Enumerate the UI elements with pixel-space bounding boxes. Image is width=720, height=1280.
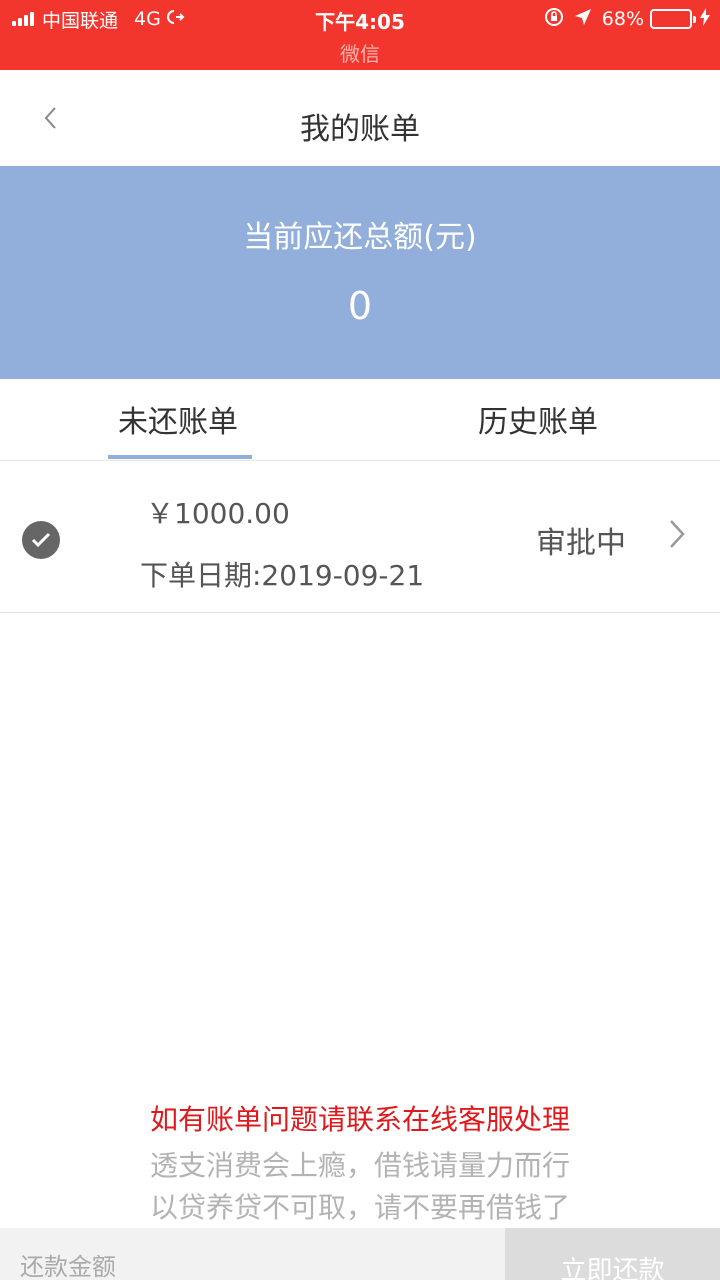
tab-unpaid[interactable]: 未还账单 xyxy=(118,397,238,441)
total-due-label: 当前应还总额(元) xyxy=(243,220,477,255)
repay-bar: 立即还款 xyxy=(0,1228,720,1280)
bill-amount: ￥1000.00 xyxy=(146,497,290,530)
repay-amount-input[interactable] xyxy=(0,1228,505,1280)
chevron-right-icon[interactable] xyxy=(668,518,698,558)
bill-date: 下单日期:2019-09-21 xyxy=(140,559,425,592)
tab-history[interactable]: 历史账单 xyxy=(478,397,598,441)
check-icon[interactable] xyxy=(22,521,60,559)
bill-tabs: 未还账单 历史账单 xyxy=(0,379,720,461)
status-right: 68% xyxy=(544,6,710,32)
warning-notice-2: 以贷养贷不可取，请不要再借钱了 xyxy=(149,1191,570,1224)
warning-notice-1: 透支消费会上瘾，借钱请量力而行 xyxy=(149,1149,570,1182)
repay-now-button[interactable]: 立即还款 xyxy=(505,1228,720,1280)
total-due-value: 0 xyxy=(347,284,373,328)
battery-icon xyxy=(650,9,696,29)
active-tab-indicator xyxy=(108,455,252,459)
battery-percent: 68% xyxy=(601,8,644,30)
charging-icon xyxy=(700,7,710,31)
app-subtitle: 微信 xyxy=(340,42,380,66)
location-icon xyxy=(574,8,592,31)
summary-panel: 当前应还总额(元) 0 xyxy=(0,166,720,379)
contact-support-notice: 如有账单问题请联系在线客服处理 xyxy=(149,1103,570,1136)
nav-bar: 我的账单 xyxy=(0,70,720,166)
bill-status: 审批中 xyxy=(536,526,626,561)
page-title: 我的账单 xyxy=(300,112,420,147)
bill-row[interactable]: ￥1000.00 下单日期:2019-09-21 审批中 xyxy=(0,462,720,613)
status-bar: 中国联通 4G 下午4:05 68% 微信 xyxy=(0,0,720,70)
rotation-lock-icon xyxy=(544,7,564,32)
